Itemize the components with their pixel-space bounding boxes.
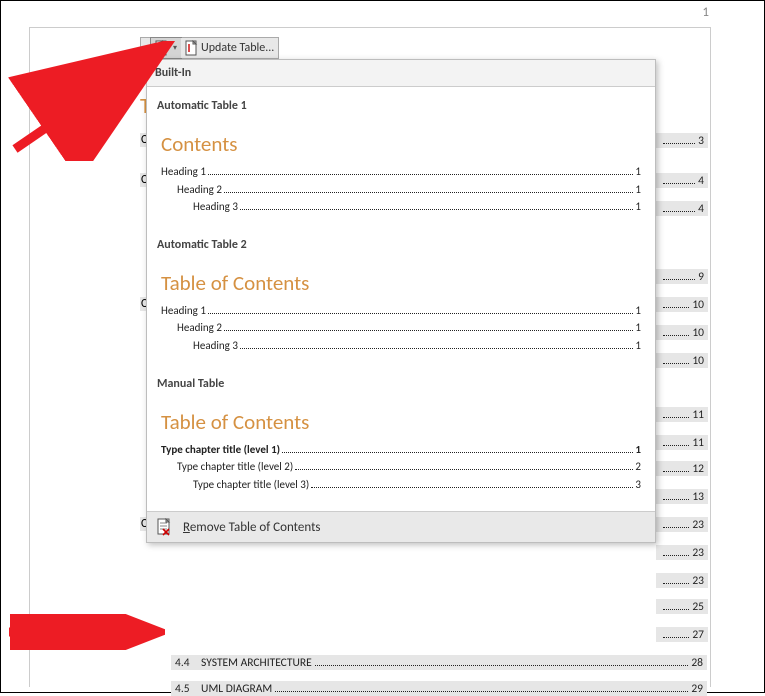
bg-toc-row: 4.4 SYSTEM ARCHITECTURE 28 (171, 655, 707, 670)
bg-toc-row: 11 (656, 435, 708, 450)
preview-toc-line: Type chapter title (level 2)2 (161, 458, 641, 476)
bg-toc-row: 4.5 UML DIAGRAM 29 (171, 681, 707, 696)
bg-toc-row: 11 (656, 407, 708, 422)
bg-toc-row: 4 (656, 173, 708, 188)
bg-toc-row: 10 (656, 325, 708, 340)
preview-toc-line: Heading 11 (161, 163, 641, 181)
remove-page-icon (157, 518, 173, 536)
remove-toc-menu-item[interactable]: Remove Table of Contents (147, 511, 655, 542)
toc-field-ribbon: ▾ Update Table... (140, 37, 279, 59)
bg-toc-row: 10 (656, 353, 708, 368)
bg-toc-row: 4 (656, 201, 708, 216)
preview-toc-line: Heading 31 (161, 198, 641, 216)
toc-gallery-dropdown: Built-In Automatic Table 1 Contents Headin… (146, 59, 656, 543)
page-update-icon (185, 40, 199, 56)
bg-toc-row: 23 (656, 573, 708, 588)
preview-title: Contents (161, 131, 641, 157)
gallery-style-preview[interactable]: Contents Heading 11Heading 21Heading 31 (155, 117, 647, 230)
preview-toc-line: Heading 21 (161, 181, 641, 199)
preview-toc-line: Heading 31 (161, 337, 641, 355)
gallery-style-label: Automatic Table 2 (155, 230, 647, 256)
preview-toc-line: Heading 21 (161, 319, 641, 337)
gallery-style-preview[interactable]: Table of Contents Type chapter title (lev… (155, 395, 647, 508)
preview-toc-line: Type chapter title (level 1)1 (161, 441, 641, 459)
page-icon (155, 40, 169, 56)
bg-toc-row: 9 (656, 269, 708, 284)
bg-toc-row: 23 (656, 517, 708, 532)
update-table-button[interactable]: Update Table... (181, 38, 278, 58)
bg-toc-row: 12 (656, 461, 708, 476)
preview-toc-line: Type chapter title (level 3)3 (161, 476, 641, 494)
bg-toc-row: 10 (656, 297, 708, 312)
preview-title: Table of Contents (161, 270, 641, 296)
gallery-header: Built-In (147, 60, 655, 87)
page-number: 1 (702, 5, 709, 20)
preview-title: Table of Contents (161, 409, 641, 435)
toc-dropdown-button[interactable]: ▾ (150, 37, 182, 59)
remove-toc-label: Remove Table of Contents (183, 520, 321, 535)
bg-toc-row: 25 (656, 599, 708, 614)
bg-toc-row: 27 (656, 627, 708, 642)
bg-toc-row: 13 (656, 489, 708, 504)
bg-toc-row: 23 (656, 545, 708, 560)
update-table-label: Update Table... (201, 41, 274, 55)
gallery-style-label: Manual Table (155, 369, 647, 395)
bg-toc-row: 3 (656, 133, 708, 148)
gallery-body: Automatic Table 1ContentsHeading 11Headi… (147, 87, 655, 511)
preview-toc-line: Heading 11 (161, 302, 641, 320)
chevron-down-icon: ▾ (171, 43, 177, 53)
gallery-style-preview[interactable]: Table of Contents Heading 11Heading 21Hea… (155, 256, 647, 369)
gallery-style-label: Automatic Table 1 (155, 91, 647, 117)
